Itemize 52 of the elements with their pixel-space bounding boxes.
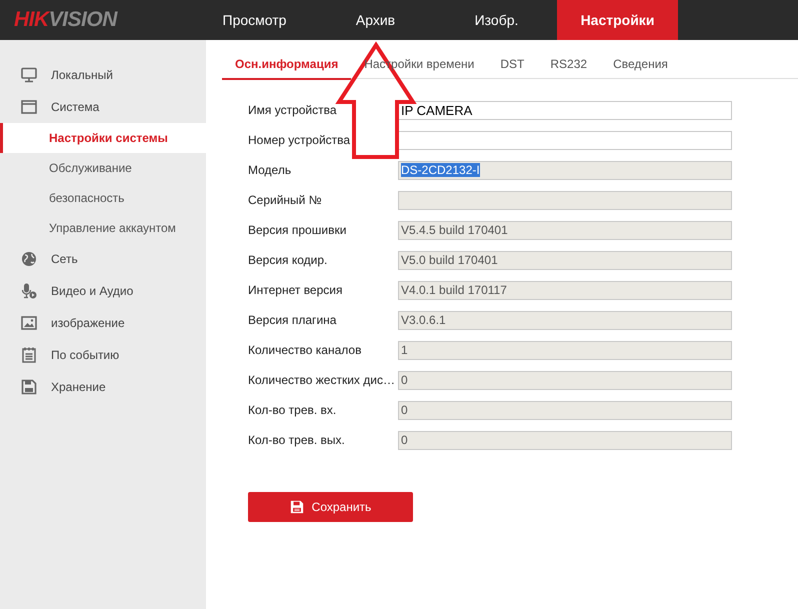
- field-value: V4.0.1 build 170117: [401, 283, 507, 297]
- nav-tab[interactable]: Настройки: [557, 0, 678, 40]
- tab[interactable]: Осн.информация: [222, 49, 352, 80]
- nav-tab[interactable]: Просмотр: [194, 0, 315, 40]
- tab[interactable]: Сведения: [600, 49, 681, 78]
- tab[interactable]: DST: [487, 49, 538, 78]
- field-value: IP CAMERA: [401, 102, 472, 118]
- sidebar-item[interactable]: Система: [0, 91, 206, 123]
- sidebar-item[interactable]: Хранение: [0, 371, 206, 403]
- sidebar-subitem[interactable]: безопасность: [0, 183, 206, 213]
- field-label: Количество каналов: [248, 343, 362, 357]
- field-value: 0: [401, 373, 408, 387]
- nav-tab[interactable]: Изобр.: [436, 0, 557, 40]
- sidebar-subitem[interactable]: Управление аккаунтом: [0, 213, 206, 243]
- sidebar-item[interactable]: По событию: [0, 339, 206, 371]
- field-label: Количество жестких дис…: [248, 373, 396, 387]
- field-label: Кол-во трев. вх.: [248, 403, 338, 417]
- save-icon: [290, 500, 304, 514]
- globe-icon: [21, 251, 37, 267]
- monitor-icon: [21, 67, 37, 83]
- sidebar-item[interactable]: Видео и Аудио: [0, 275, 206, 307]
- mic-icon: [21, 283, 37, 299]
- sidebar-item[interactable]: изображение: [0, 307, 206, 339]
- field-label: Кол-во трев. вых.: [248, 433, 346, 447]
- field-label: Серийный №: [248, 193, 323, 207]
- sidebar-item[interactable]: Локальный: [0, 59, 206, 91]
- input-field[interactable]: IP CAMERA: [398, 100, 732, 120]
- field-value: 0: [401, 433, 408, 447]
- calendar-icon: [21, 347, 37, 363]
- field-label: Имя устройства: [248, 103, 338, 117]
- field-value: V5.0 build 170401: [401, 253, 498, 267]
- sidebar-subitem[interactable]: Обслуживание: [0, 153, 206, 183]
- tab[interactable]: RS232: [537, 49, 600, 78]
- field-label: Версия кодир.: [248, 253, 328, 267]
- field-label: Версия плагина: [248, 313, 338, 327]
- nav-tab[interactable]: Архив: [315, 0, 436, 40]
- field-label: Модель: [248, 163, 292, 177]
- field-label: Версия прошивки: [248, 223, 348, 237]
- image-icon: [21, 315, 37, 331]
- field-value: V3.0.6.1: [401, 313, 446, 327]
- sidebar-item[interactable]: Сеть: [0, 243, 206, 275]
- field-label: Интернет версия: [248, 283, 344, 297]
- field-value: 1: [401, 343, 408, 357]
- logo: HIKVISION: [13, 8, 119, 32]
- window-icon: [21, 99, 37, 115]
- input-field[interactable]: [398, 130, 732, 150]
- selected-text: DS-2CD2132-I: [401, 163, 480, 177]
- field-value: 0: [401, 403, 408, 417]
- sidebar-subitem[interactable]: Настройки системы: [0, 123, 206, 153]
- save-button[interactable]: Сохранить: [248, 492, 413, 522]
- field-label: Номер устройства: [248, 133, 352, 147]
- field-value: V5.4.5 build 170401: [401, 223, 508, 237]
